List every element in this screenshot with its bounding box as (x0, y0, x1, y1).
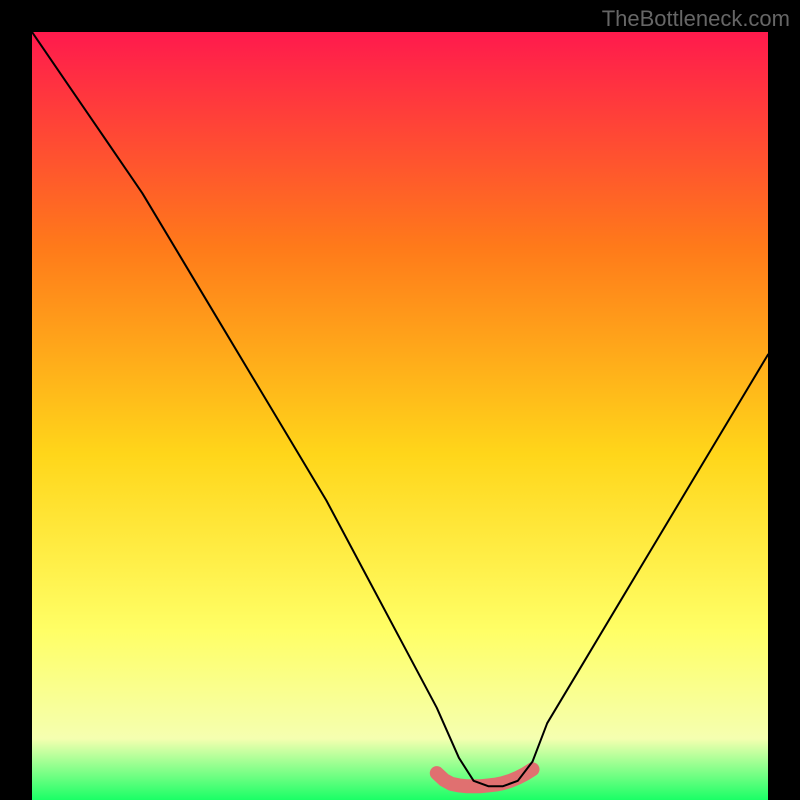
watermark-text: TheBottleneck.com (602, 6, 790, 32)
gradient-background (32, 32, 768, 800)
chart-frame: TheBottleneck.com (0, 0, 800, 800)
chart-svg (32, 32, 768, 800)
plot-area (32, 32, 768, 800)
